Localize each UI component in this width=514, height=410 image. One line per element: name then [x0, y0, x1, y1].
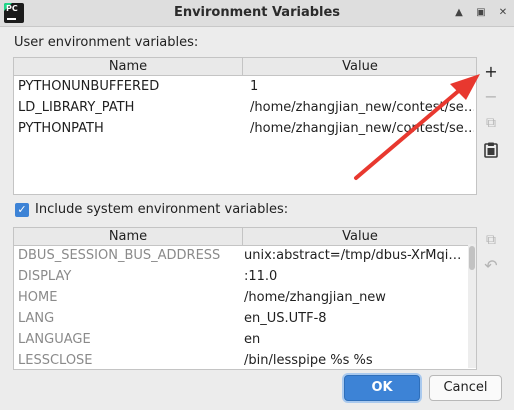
window-close-icon[interactable]: ✕: [496, 6, 510, 20]
user-env-label: User environment variables:: [14, 35, 199, 50]
include-system-label[interactable]: Include system environment variables:: [35, 202, 288, 217]
column-header-name[interactable]: Name: [14, 58, 242, 75]
system-env-table-header: Name Value: [14, 228, 476, 246]
window-title: Environment Variables: [173, 5, 341, 20]
table-row[interactable]: HOME /home/zhangjian_new: [14, 287, 468, 308]
env-name-cell[interactable]: PYTHONPATH: [18, 118, 242, 139]
table-row[interactable]: LANG en_US.UTF-8: [14, 308, 468, 329]
table-row[interactable]: DISPLAY :11.0: [14, 266, 468, 287]
env-value-cell[interactable]: en_US.UTF-8: [244, 308, 466, 329]
annotation-arrow-icon: [354, 74, 480, 180]
column-header-value[interactable]: Value: [242, 228, 476, 245]
copy-system-variable-icon[interactable]: ⧉: [480, 229, 502, 251]
system-env-scrollbar[interactable]: [468, 244, 476, 368]
env-name-cell[interactable]: DBUS_SESSION_BUS_ADDRESS: [18, 245, 240, 266]
table-row[interactable]: DBUS_SESSION_BUS_ADDRESS unix:abstract=/…: [14, 245, 468, 266]
include-system-checkbox[interactable]: ✓: [15, 203, 29, 217]
env-name-cell[interactable]: LESSCLOSE: [18, 350, 240, 369]
cancel-button[interactable]: Cancel: [429, 375, 502, 401]
env-name-cell[interactable]: DISPLAY: [18, 266, 240, 287]
env-value-cell[interactable]: en: [244, 329, 466, 350]
ok-button[interactable]: OK: [344, 375, 420, 401]
env-name-cell[interactable]: LANG: [18, 308, 240, 329]
column-header-name[interactable]: Name: [14, 228, 242, 245]
system-env-table[interactable]: Name Value DBUS_SESSION_BUS_ADDRESS unix…: [13, 227, 477, 370]
scrollbar-thumb[interactable]: [469, 246, 475, 270]
env-value-cell[interactable]: unix:abstract=/tmp/dbus-XrMqi…: [244, 245, 466, 266]
table-row[interactable]: LANGUAGE en: [14, 329, 468, 350]
env-name-cell[interactable]: LANGUAGE: [18, 329, 240, 350]
env-name-cell[interactable]: HOME: [18, 287, 240, 308]
window-up-icon[interactable]: ▲: [452, 6, 466, 20]
revert-icon[interactable]: ↶: [480, 255, 502, 277]
window-maximize-icon[interactable]: ▣: [474, 6, 488, 20]
table-row[interactable]: LESSCLOSE /bin/lesspipe %s %s: [14, 350, 468, 369]
env-value-cell[interactable]: /bin/lesspipe %s %s: [244, 350, 466, 369]
env-name-cell[interactable]: LD_LIBRARY_PATH: [18, 97, 242, 118]
env-name-cell[interactable]: PYTHONUNBUFFERED: [18, 76, 242, 97]
title-bar: PC Environment Variables ▲ ▣ ✕: [0, 0, 514, 27]
env-value-cell[interactable]: /home/zhangjian_new: [244, 287, 466, 308]
env-value-cell[interactable]: :11.0: [244, 266, 466, 287]
